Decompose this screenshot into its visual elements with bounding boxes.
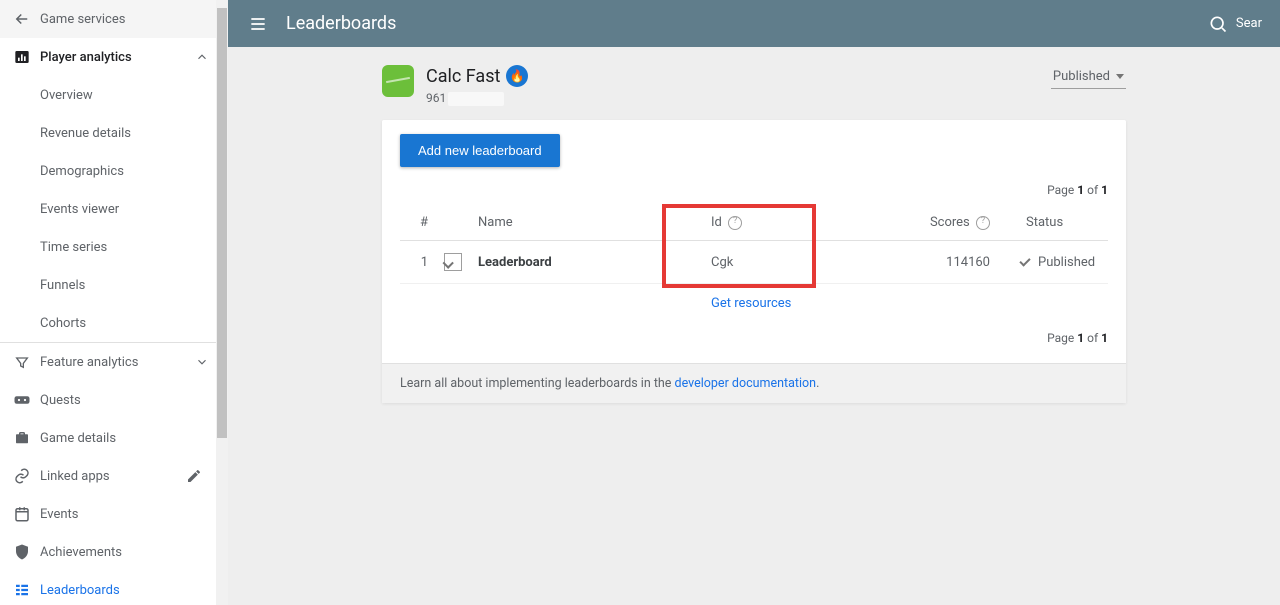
sidebar-back-label: Game services	[40, 12, 212, 27]
app-header: Calc Fast 🔥 961 Published	[382, 65, 1126, 106]
col-name: Name	[470, 205, 703, 241]
publish-state-select[interactable]: Published	[1051, 65, 1126, 89]
page-title: Leaderboards	[286, 13, 1206, 34]
sidebar-group-label: Feature analytics	[40, 355, 192, 370]
briefcase-icon	[10, 426, 34, 450]
quests-icon	[10, 388, 34, 412]
sidebar-item-achievements[interactable]: Achievements	[0, 533, 228, 571]
app-id: 961	[426, 91, 446, 105]
sidebar-item-overview[interactable]: Overview	[0, 76, 228, 114]
sidebar-group-label: Player analytics	[40, 50, 192, 65]
check-icon	[1018, 255, 1032, 269]
flame-badge: 🔥	[506, 65, 528, 87]
dropdown-caret-icon	[1116, 74, 1124, 79]
sidebar-item-events[interactable]: Events	[0, 495, 228, 533]
app-icon	[382, 65, 414, 97]
row-scores: 114160	[908, 241, 998, 284]
row-index: 1	[400, 241, 436, 284]
col-index: #	[400, 205, 436, 241]
table-row[interactable]: 1 Leaderboard Cgk 114160 Published	[400, 241, 1108, 284]
sidebar-item-time-series[interactable]: Time series	[0, 228, 228, 266]
main: Leaderboards Sear Calc Fast 🔥 961	[228, 0, 1280, 605]
pager-top: Page 1 of 1	[400, 175, 1108, 205]
sidebar-group-feature-analytics[interactable]: Feature analytics	[0, 343, 228, 381]
get-resources-link[interactable]: Get resources	[711, 296, 791, 311]
sidebar-item-linked-apps[interactable]: Linked apps	[0, 457, 228, 495]
publish-state-label: Published	[1053, 69, 1110, 84]
col-scores: Scores	[930, 215, 970, 230]
arrow-left-icon	[10, 7, 34, 31]
leaderboard-icon	[10, 578, 34, 602]
chevron-down-icon	[192, 352, 212, 372]
calendar-icon	[10, 502, 34, 526]
row-name: Leaderboard	[478, 255, 552, 270]
info-strip: Learn all about implementing leaderboard…	[382, 363, 1126, 403]
row-status: Published	[1038, 255, 1095, 270]
sidebar-item-leaderboards[interactable]: Leaderboards	[0, 571, 228, 605]
sidebar-back-game-services[interactable]: Game services	[0, 0, 228, 38]
search[interactable]: Sear	[1206, 12, 1262, 36]
sidebar-scroll-thumb[interactable]	[217, 8, 227, 438]
search-icon	[1206, 12, 1230, 36]
app-id-redacted	[448, 92, 504, 106]
leaderboard-row-icon	[444, 253, 462, 271]
add-leaderboard-button[interactable]: Add new leaderboard	[400, 134, 560, 167]
help-icon[interactable]	[976, 216, 990, 230]
sidebar-group-player-analytics[interactable]: Player analytics	[0, 38, 228, 76]
row-id: Cgk	[711, 255, 733, 270]
col-id: Id	[711, 215, 722, 230]
sidebar-item-revenue-details[interactable]: Revenue details	[0, 114, 228, 152]
pager-bottom: Page 1 of 1	[400, 323, 1108, 353]
sidebar-item-demographics[interactable]: Demographics	[0, 152, 228, 190]
menu-button[interactable]	[246, 12, 270, 36]
sidebar-item-game-details[interactable]: Game details	[0, 419, 228, 457]
filter-icon	[10, 350, 34, 374]
bar-chart-icon	[10, 45, 34, 69]
link-icon	[10, 464, 34, 488]
sidebar-scrollbar[interactable]	[216, 0, 228, 605]
app-name: Calc Fast	[426, 66, 500, 87]
col-status: Status	[998, 205, 1108, 241]
content: Calc Fast 🔥 961 Published Add new leader…	[228, 47, 1280, 605]
sidebar-item-events-viewer[interactable]: Events viewer	[0, 190, 228, 228]
developer-documentation-link[interactable]: developer documentation	[675, 376, 817, 391]
sidebar-item-cohorts[interactable]: Cohorts	[0, 304, 228, 342]
pencil-icon[interactable]	[182, 464, 206, 488]
shield-icon	[10, 540, 34, 564]
sidebar-item-funnels[interactable]: Funnels	[0, 266, 228, 304]
leaderboards-table: # Name Id Scores	[400, 205, 1108, 323]
search-placeholder: Sear	[1236, 16, 1262, 31]
sidebar: Game services Player analytics Overview …	[0, 0, 228, 605]
leaderboards-card: Add new leaderboard Page 1 of 1 #	[382, 120, 1126, 403]
sidebar-item-quests[interactable]: Quests	[0, 381, 228, 419]
appbar: Leaderboards Sear	[228, 0, 1280, 47]
help-icon[interactable]	[728, 216, 742, 230]
chevron-up-icon	[192, 47, 212, 67]
